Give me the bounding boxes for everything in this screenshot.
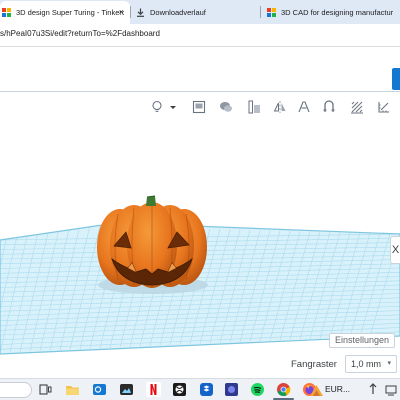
address-url[interactable]: s/hPeaI07u3Si/edit?returnTo=%2Fdashboard <box>0 29 160 38</box>
side-panel-x-button[interactable]: X <box>390 236 400 264</box>
dropdown-caret-icon[interactable] <box>168 100 178 114</box>
ruler-icon[interactable] <box>247 100 261 114</box>
grid-snap-label: Fangraster <box>291 359 337 370</box>
3d-viewport[interactable]: he X Einstellu <box>0 122 400 378</box>
address-bar[interactable]: s/hPeaI07u3Si/edit?returnTo=%2Fdashboard <box>0 24 400 46</box>
tab-title: Downloadverlauf <box>150 8 206 17</box>
taskbar: EUR... <box>0 378 400 400</box>
tab-title: 3D CAD for designing manufacturing <box>281 8 393 17</box>
grid-snap-value: 1,0 mm <box>351 359 382 369</box>
powerpoint-icon[interactable] <box>367 382 379 397</box>
tab-downloads[interactable]: Downloadverlauf <box>134 1 258 24</box>
network-icon[interactable] <box>385 382 397 397</box>
tinkercad-tab-icon <box>2 8 11 17</box>
speech-bubble-icon[interactable] <box>219 100 233 114</box>
tab-title: 3D design Super Turing - Tinkerc <box>16 8 124 17</box>
taskbar-search-box[interactable] <box>0 382 32 398</box>
workplane-icon[interactable] <box>350 100 364 114</box>
currency-tray-text[interactable]: EUR... <box>325 384 350 394</box>
photos-icon[interactable] <box>119 382 134 397</box>
mirror-icon[interactable] <box>273 100 287 114</box>
task-view-icon[interactable] <box>38 382 53 397</box>
chrome-icon[interactable] <box>276 382 291 397</box>
pumpkin-model <box>97 195 207 288</box>
flip-icon[interactable] <box>322 100 336 114</box>
lightbulb-icon[interactable] <box>150 100 164 114</box>
align-icon[interactable] <box>297 100 311 114</box>
dropbox-icon[interactable] <box>199 382 214 397</box>
tab-divider <box>260 6 261 18</box>
panel-toggle-button[interactable] <box>392 68 400 90</box>
spotify-icon[interactable] <box>250 382 265 397</box>
grid-snap-select[interactable]: 1,0 mm ▾ <box>345 355 397 373</box>
tab-tinkercad-design[interactable]: 3D design Super Turing - Tinkerc × <box>0 1 130 24</box>
netflix-icon[interactable] <box>146 382 161 397</box>
note-icon[interactable] <box>192 100 206 114</box>
browser-tab-strip: 3D design Super Turing - Tinkerc × Downl… <box>0 0 400 24</box>
file-explorer-icon[interactable] <box>65 382 80 397</box>
outlook-icon[interactable] <box>92 382 107 397</box>
teams-icon[interactable] <box>224 382 239 397</box>
tinkercad-tab-icon <box>267 8 276 17</box>
xbox-icon[interactable] <box>172 382 187 397</box>
tab-divider <box>130 6 131 18</box>
tinkercad-header <box>0 47 400 92</box>
chevron-down-icon: ▾ <box>387 360 391 367</box>
ruler-tool-icon[interactable] <box>377 100 391 114</box>
screen: 3D design Super Turing - Tinkerc × Downl… <box>0 0 400 400</box>
excel-icon[interactable] <box>309 383 323 396</box>
tab-3d-cad[interactable]: 3D CAD for designing manufacturing <box>265 1 400 24</box>
editor-toolbar <box>0 92 400 122</box>
download-icon <box>136 8 145 17</box>
settings-button[interactable]: Einstellungen <box>329 333 396 348</box>
close-tab-icon[interactable]: × <box>119 7 124 17</box>
